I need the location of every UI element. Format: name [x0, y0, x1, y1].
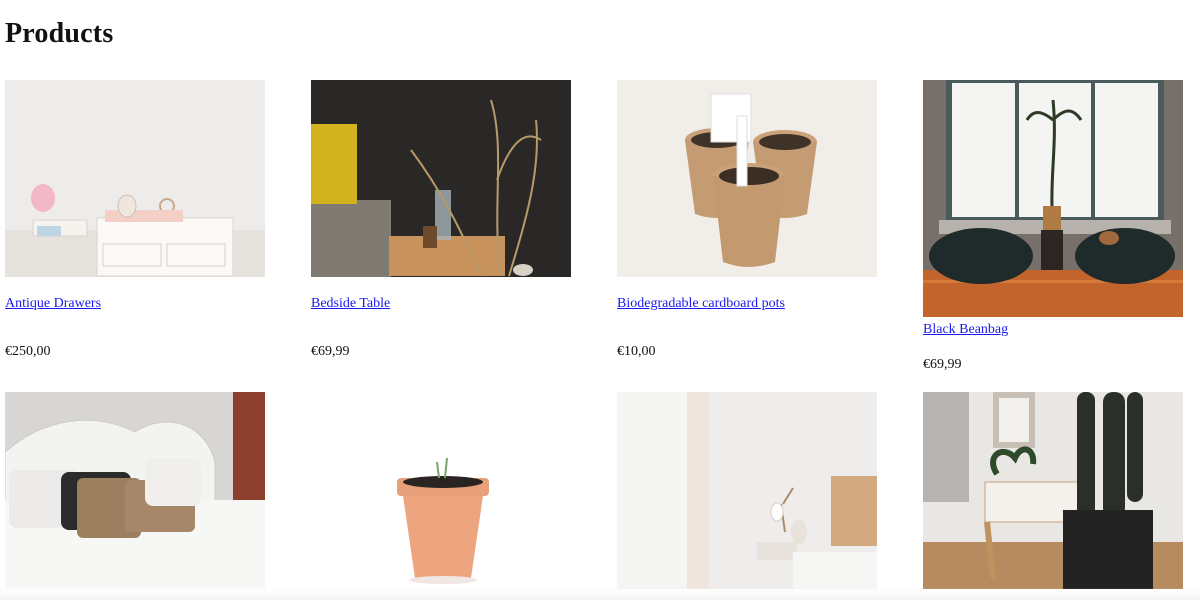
- bottom-edge-fade: [0, 588, 1200, 600]
- product-image-bedside-table[interactable]: [311, 80, 571, 277]
- product-price: €69,99: [311, 344, 350, 359]
- page-title: Products: [5, 18, 114, 49]
- product-image-antique-drawers[interactable]: [5, 80, 265, 277]
- product-image-bedroom-lamp[interactable]: [617, 392, 877, 589]
- product-price: €10,00: [617, 344, 656, 359]
- product-image-black-beanbag[interactable]: [923, 80, 1183, 317]
- product-link-bedside-table[interactable]: Bedside Table: [311, 296, 390, 312]
- product-price: €69,99: [923, 357, 962, 372]
- product-image-cardboard-pots[interactable]: [617, 80, 877, 277]
- product-image-terracotta-pot[interactable]: [311, 392, 571, 589]
- product-link-cardboard-pots[interactable]: Biodegradable cardboard pots: [617, 296, 785, 312]
- product-link-antique-drawers[interactable]: Antique Drawers: [5, 296, 101, 312]
- product-image-cactus-chair[interactable]: [923, 392, 1183, 589]
- product-image-bed-pillows[interactable]: [5, 392, 265, 589]
- products-page: Products Antique Drawers €250,00 Bedside…: [0, 0, 1200, 600]
- product-price: €250,00: [5, 344, 51, 359]
- product-link-black-beanbag[interactable]: Black Beanbag: [923, 322, 1008, 338]
